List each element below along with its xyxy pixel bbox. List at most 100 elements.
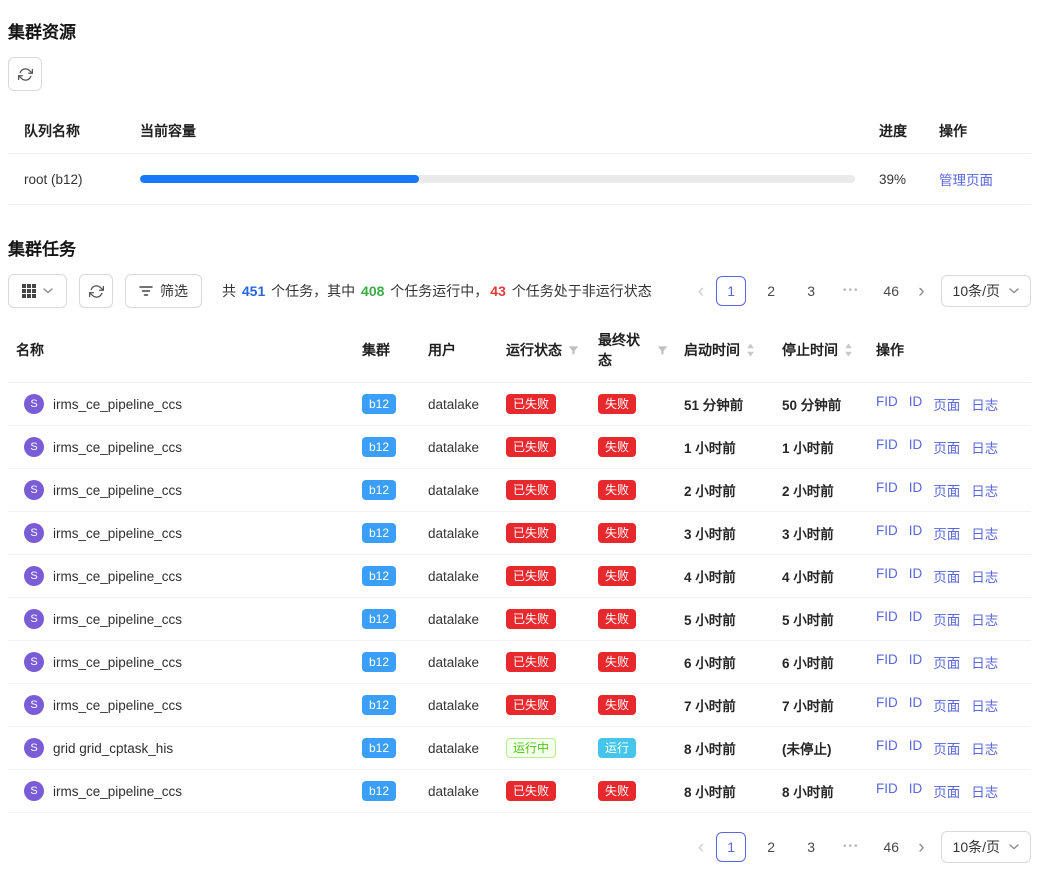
row-action-日志[interactable]: 日志	[971, 523, 998, 543]
filter-button[interactable]: 筛选	[125, 274, 202, 308]
task-name-cell: S irms_ce_pipeline_ccs	[8, 770, 354, 812]
stopped-task-count: 43	[490, 283, 506, 299]
col-header-cluster: 集群	[354, 328, 420, 372]
start-time: 5 小时前	[676, 598, 774, 640]
cluster-tag: b12	[362, 394, 396, 414]
start-time: 6 小时前	[676, 641, 774, 683]
sorter-icon[interactable]	[844, 343, 853, 357]
row-action-日志[interactable]: 日志	[971, 738, 998, 758]
task-row: S irms_ce_pipeline_ccs b12 datalake 已失败 …	[8, 512, 1031, 555]
final-status-tag: 失败	[598, 566, 636, 586]
row-action-页面[interactable]: 页面	[933, 437, 960, 457]
stop-time: (未停止)	[774, 727, 868, 769]
row-action-日志[interactable]: 日志	[971, 394, 998, 414]
row-action-日志[interactable]: 日志	[971, 480, 998, 500]
row-action-ID[interactable]: ID	[909, 480, 923, 500]
refresh-icon	[18, 67, 33, 82]
final-status-cell: 失败	[590, 469, 676, 511]
row-action-ID[interactable]: ID	[909, 394, 923, 414]
row-action-页面[interactable]: 页面	[933, 566, 960, 586]
row-action-FID[interactable]: FID	[876, 566, 898, 586]
filter-funnel-icon[interactable]	[568, 345, 579, 356]
row-action-日志[interactable]: 日志	[971, 609, 998, 629]
row-action-FID[interactable]: FID	[876, 781, 898, 801]
row-action-ID[interactable]: ID	[909, 566, 923, 586]
row-action-日志[interactable]: 日志	[971, 652, 998, 672]
tasks-refresh-button[interactable]	[79, 274, 113, 308]
next-page-button[interactable]: ›	[916, 282, 926, 301]
run-status-cell: 已失败	[498, 469, 590, 511]
row-action-日志[interactable]: 日志	[971, 437, 998, 457]
page-button-1[interactable]: 1	[716, 276, 746, 306]
page-size-select[interactable]: 10条/页	[941, 831, 1031, 863]
filter-funnel-icon[interactable]	[657, 345, 668, 356]
sorter-icon[interactable]	[746, 343, 755, 357]
row-action-ID[interactable]: ID	[909, 781, 923, 801]
col-header-action-label: 操作	[876, 340, 904, 360]
row-action-日志[interactable]: 日志	[971, 695, 998, 715]
page-size-select[interactable]: 10条/页	[941, 275, 1031, 307]
row-action-页面[interactable]: 页面	[933, 738, 960, 758]
row-action-ID[interactable]: ID	[909, 652, 923, 672]
run-status-tag: 已失败	[506, 523, 556, 543]
row-action-页面[interactable]: 页面	[933, 523, 960, 543]
page-button-2[interactable]: 2	[756, 276, 786, 306]
page-button-1[interactable]: 1	[716, 832, 746, 862]
final-status-cell: 失败	[590, 641, 676, 683]
row-action-页面[interactable]: 页面	[933, 652, 960, 672]
task-row: S irms_ce_pipeline_ccs b12 datalake 已失败 …	[8, 684, 1031, 727]
row-action-FID[interactable]: FID	[876, 609, 898, 629]
prev-page-button[interactable]: ‹	[696, 282, 706, 301]
row-action-FID[interactable]: FID	[876, 695, 898, 715]
task-name-cell: S irms_ce_pipeline_ccs	[8, 598, 354, 640]
task-name: irms_ce_pipeline_ccs	[53, 440, 182, 455]
row-action-页面[interactable]: 页面	[933, 781, 960, 801]
prev-page-button[interactable]: ‹	[696, 838, 706, 857]
row-action-页面[interactable]: 页面	[933, 695, 960, 715]
row-action-ID[interactable]: ID	[909, 523, 923, 543]
start-time: 8 小时前	[676, 770, 774, 812]
row-action-日志[interactable]: 日志	[971, 566, 998, 586]
task-name-cell: S irms_ce_pipeline_ccs	[8, 641, 354, 683]
row-action-日志[interactable]: 日志	[971, 781, 998, 801]
page-ellipsis[interactable]: •••	[836, 276, 866, 306]
row-action-页面[interactable]: 页面	[933, 609, 960, 629]
col-header-run-status-label: 运行状态	[506, 340, 562, 360]
row-action-FID[interactable]: FID	[876, 437, 898, 457]
row-action-ID[interactable]: ID	[909, 695, 923, 715]
task-name: irms_ce_pipeline_ccs	[53, 698, 182, 713]
cluster-tag: b12	[362, 437, 396, 457]
final-status-cell: 运行	[590, 727, 676, 769]
run-status-tag: 已失败	[506, 480, 556, 500]
row-action-ID[interactable]: ID	[909, 437, 923, 457]
row-action-页面[interactable]: 页面	[933, 480, 960, 500]
page-button-46[interactable]: 46	[876, 832, 906, 862]
row-action-ID[interactable]: ID	[909, 738, 923, 758]
cluster-cell: b12	[354, 555, 420, 597]
row-action-ID[interactable]: ID	[909, 609, 923, 629]
row-action-FID[interactable]: FID	[876, 394, 898, 414]
layout-switch-button[interactable]	[8, 274, 67, 308]
user-cell: datalake	[420, 429, 498, 466]
resources-refresh-button[interactable]	[8, 57, 42, 91]
row-action-FID[interactable]: FID	[876, 652, 898, 672]
page-button-46[interactable]: 46	[876, 276, 906, 306]
cluster-cell: b12	[354, 727, 420, 769]
tasks-toolbar: 筛选 共 451 个任务，其中 408 个任务运行中，43 个任务处于非运行状态…	[8, 274, 1031, 308]
page-ellipsis[interactable]: •••	[836, 832, 866, 862]
page-button-3[interactable]: 3	[796, 832, 826, 862]
row-action-FID[interactable]: FID	[876, 738, 898, 758]
row-action-FID[interactable]: FID	[876, 480, 898, 500]
stop-time: 4 小时前	[774, 555, 868, 597]
next-page-button[interactable]: ›	[916, 838, 926, 857]
page-button-2[interactable]: 2	[756, 832, 786, 862]
run-status-cell: 已失败	[498, 555, 590, 597]
run-status-cell: 已失败	[498, 641, 590, 683]
cluster-tag: b12	[362, 523, 396, 543]
col-header-name: 名称	[8, 328, 354, 372]
page-button-3[interactable]: 3	[796, 276, 826, 306]
manage-page-link[interactable]: 管理页面	[939, 173, 993, 188]
row-action-FID[interactable]: FID	[876, 523, 898, 543]
user-cell: datalake	[420, 644, 498, 681]
row-action-页面[interactable]: 页面	[933, 394, 960, 414]
